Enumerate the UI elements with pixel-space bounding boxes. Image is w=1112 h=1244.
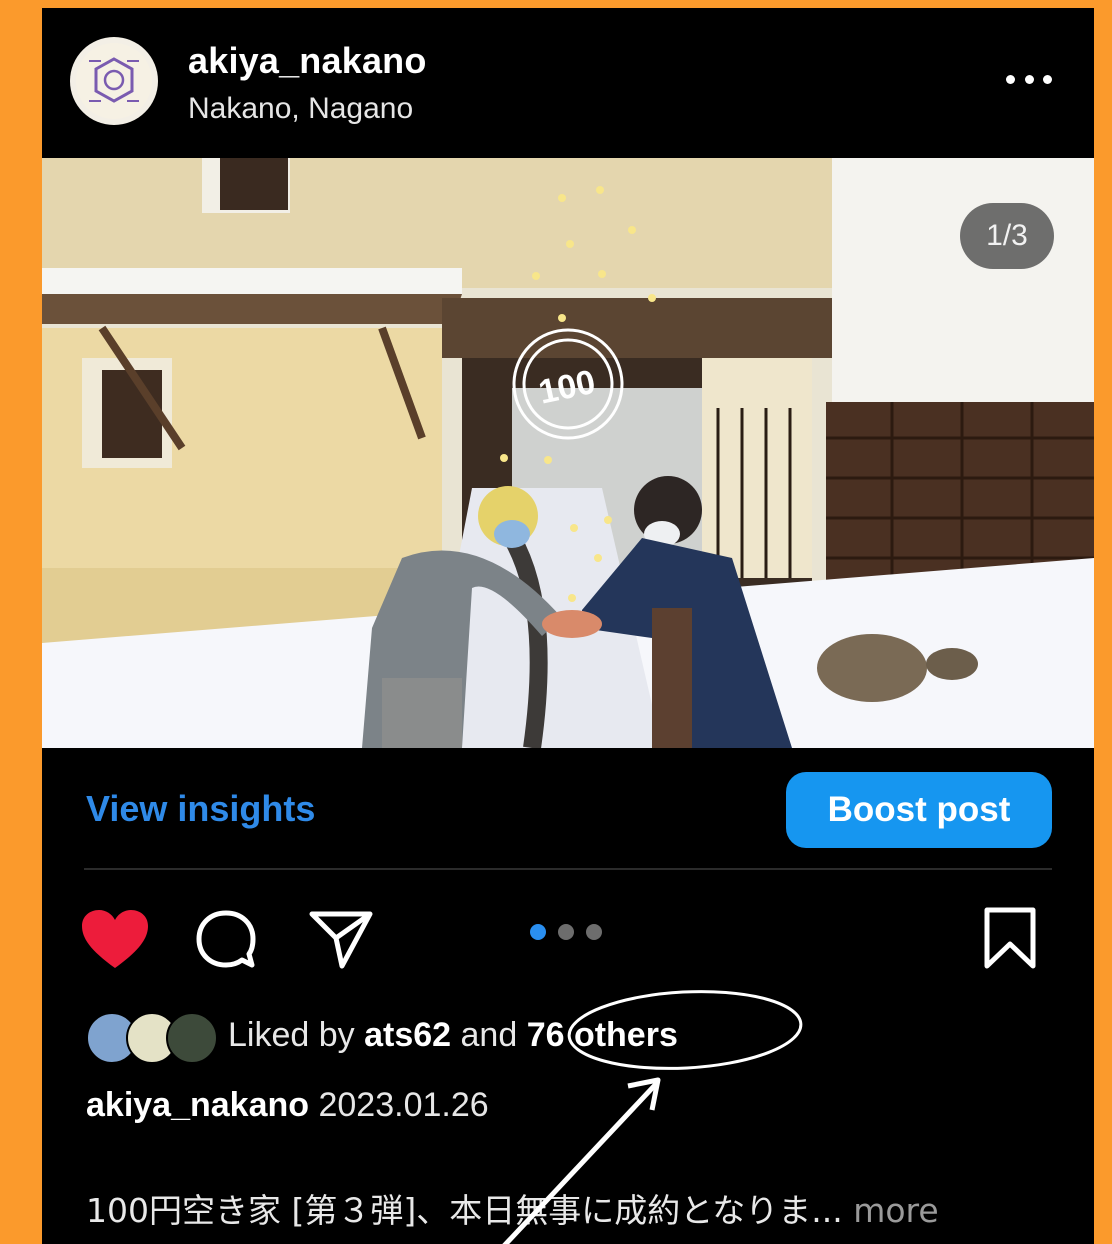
- caption-header: akiya_nakano 2023.01.26: [86, 1086, 489, 1125]
- carousel-dots: [530, 924, 602, 940]
- caption-date: 2023.01.26: [318, 1086, 489, 1124]
- comment-icon[interactable]: [194, 908, 258, 977]
- liker-username[interactable]: ats62: [364, 1016, 451, 1054]
- post-card: akiya_nakano Nakano, Nagano 100 1/3 View…: [42, 8, 1094, 1244]
- caption-body: 100円空き家 [第３弾]、本日無事に成約となりま...: [86, 1191, 843, 1230]
- post-location[interactable]: Nakano, Nagano: [188, 92, 413, 126]
- liker-avatars[interactable]: [86, 1012, 218, 1064]
- more-options-icon[interactable]: [1006, 72, 1052, 86]
- paper-plane-icon[interactable]: [308, 906, 374, 977]
- profile-avatar[interactable]: [70, 37, 158, 125]
- likes-summary[interactable]: Liked by ats62 and 76 others: [228, 1016, 678, 1055]
- boost-post-button[interactable]: Boost post: [786, 772, 1052, 848]
- divider: [84, 868, 1052, 870]
- carousel-dot: [586, 924, 602, 940]
- akiya-logo-icon: [76, 43, 152, 119]
- post-photo[interactable]: 100 1/3: [42, 158, 1094, 748]
- carousel-dot: [558, 924, 574, 940]
- post-username[interactable]: akiya_nakano: [188, 40, 427, 82]
- post-header: akiya_nakano Nakano, Nagano: [42, 8, 1094, 158]
- liker-avatar: [166, 1012, 218, 1064]
- snowy-house-photo: 100: [42, 158, 1094, 748]
- view-insights-link[interactable]: View insights: [86, 788, 315, 830]
- caption-text: 100円空き家 [第３弾]、本日無事に成約となりま... more: [86, 1184, 939, 1232]
- heart-icon[interactable]: [80, 908, 150, 977]
- likes-and: and: [451, 1016, 527, 1054]
- caption-username[interactable]: akiya_nakano: [86, 1086, 309, 1124]
- carousel-page-indicator: 1/3: [960, 203, 1054, 269]
- likes-prefix: Liked by: [228, 1016, 365, 1054]
- caption-more-link[interactable]: more: [843, 1191, 939, 1230]
- carousel-dot-active: [530, 924, 546, 940]
- bookmark-icon[interactable]: [982, 906, 1038, 977]
- likes-others-count[interactable]: 76 others: [527, 1016, 678, 1054]
